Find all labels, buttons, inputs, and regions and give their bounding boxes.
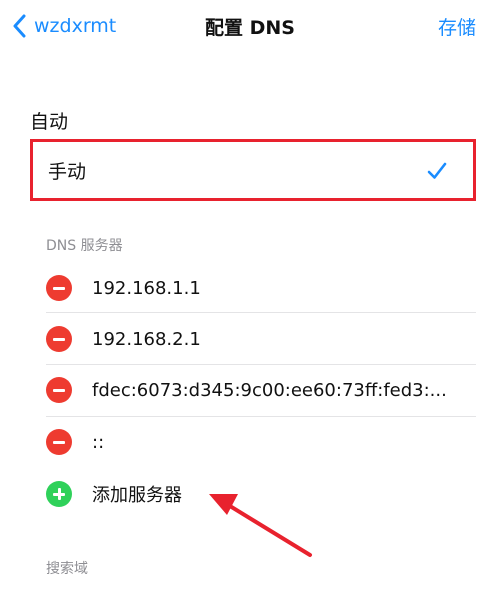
delete-server-button[interactable] <box>46 377 72 403</box>
page-title: 配置 DNS <box>205 17 295 39</box>
row-divider <box>46 312 476 313</box>
dns-server-address[interactable]: :: <box>92 432 104 453</box>
mode-option-manual[interactable]: 手动 <box>30 139 476 201</box>
dns-server-row: fdec:6073:d345:9c00:ee60:73ff:fed3:... <box>46 365 476 415</box>
mode-manual-label: 手动 <box>48 160 87 183</box>
add-server-button[interactable] <box>46 481 72 507</box>
navigation-bar: wzdxrmt 配置 DNS 存储 <box>0 0 500 52</box>
dns-server-address[interactable]: 192.168.2.1 <box>92 329 201 350</box>
dns-server-row: 192.168.2.1 <box>46 314 476 364</box>
add-server-row[interactable]: 添加服务器 <box>46 469 476 519</box>
checkmark-icon <box>427 162 447 184</box>
search-domain-section-header: 搜索域 <box>46 561 88 577</box>
add-server-label: 添加服务器 <box>92 485 182 506</box>
delete-server-button[interactable] <box>46 326 72 352</box>
delete-server-button[interactable] <box>46 429 72 455</box>
dns-server-row: :: <box>46 417 476 467</box>
mode-auto-label: 自动 <box>30 110 69 133</box>
dns-server-address[interactable]: 192.168.1.1 <box>92 278 201 299</box>
save-button[interactable]: 存储 <box>438 13 476 40</box>
mode-option-auto[interactable]: 自动 <box>30 100 476 140</box>
dns-server-row: 192.168.1.1 <box>46 263 476 313</box>
dns-server-address[interactable]: fdec:6073:d345:9c00:ee60:73ff:fed3:... <box>92 380 447 401</box>
dns-section-header: DNS 服务器 <box>46 238 123 254</box>
delete-server-button[interactable] <box>46 275 72 301</box>
